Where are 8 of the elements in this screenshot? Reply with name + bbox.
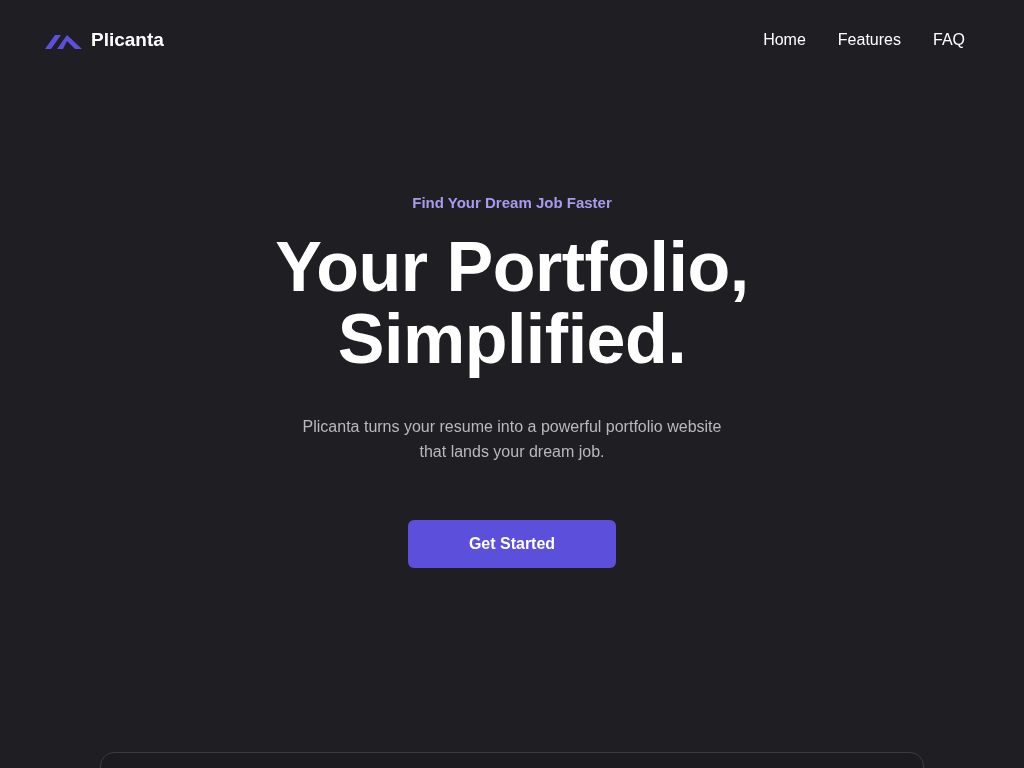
nav-link[interactable]: Features — [837, 31, 901, 49]
get-started-button[interactable]: Get Started — [408, 520, 616, 568]
nav-link[interactable]: FAQ — [933, 31, 965, 49]
nav-link[interactable]: Home — [763, 31, 806, 49]
headline: Your Portfolio, — [275, 231, 749, 303]
hero-description: Plicanta turns your resume into a powerful portfolio website that lands your dream job. — [302, 417, 722, 462]
brand-name[interactable]: Plicanta — [91, 29, 164, 51]
tagline: Find Your Dream Job Faster — [412, 194, 612, 211]
